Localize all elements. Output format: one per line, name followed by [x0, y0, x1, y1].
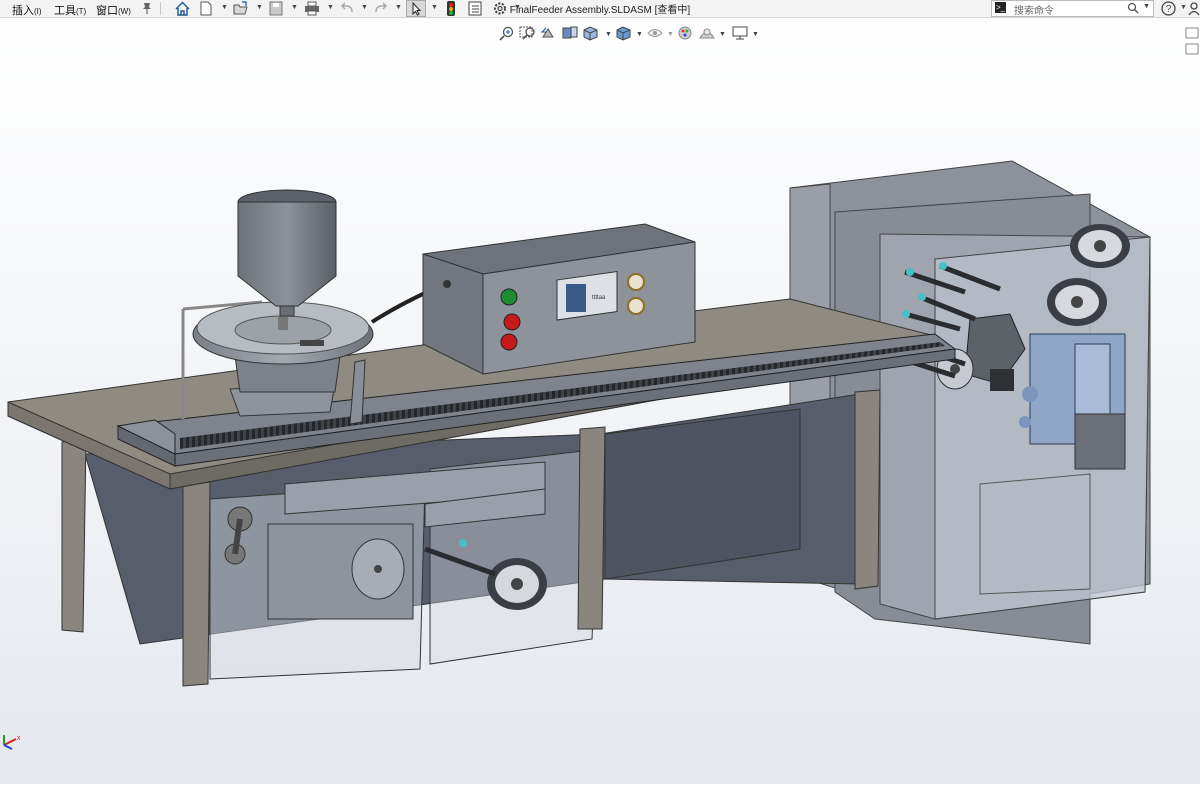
- top-spool: [1070, 224, 1130, 268]
- traffic-light-icon[interactable]: [445, 0, 457, 17]
- command-prompt-icon: >_: [995, 2, 1006, 13]
- chevron-down-icon[interactable]: ▼: [431, 4, 438, 11]
- assembly-model[interactable]: ttttaa: [0, 44, 1200, 784]
- view-settings-icon[interactable]: [732, 26, 748, 40]
- options-gear-icon[interactable]: [492, 0, 508, 17]
- chevron-down-icon[interactable]: ▼: [719, 31, 726, 38]
- resources-icon[interactable]: [1185, 27, 1199, 39]
- home-icon[interactable]: [174, 0, 191, 17]
- redo-icon[interactable]: [373, 0, 389, 17]
- coordinate-triad-icon: x: [3, 735, 21, 750]
- save-icon[interactable]: [268, 0, 284, 17]
- chevron-down-icon[interactable]: ▼: [636, 31, 643, 38]
- select-cursor-icon: [412, 1, 422, 16]
- search-placeholder: 搜索命令: [1014, 6, 1054, 17]
- menu-insert-label: 插入: [12, 5, 34, 17]
- stop-button-red: [503, 313, 521, 331]
- pin-icon[interactable]: [141, 0, 153, 17]
- edit-appearance-icon[interactable]: [678, 26, 692, 40]
- middle-spool: [1047, 278, 1107, 326]
- file-properties-icon[interactable]: [467, 0, 483, 17]
- menu-tools-label: 工具: [54, 5, 76, 17]
- new-document-icon[interactable]: [199, 0, 213, 17]
- view-orientation-icon[interactable]: [583, 26, 598, 41]
- menu-insert-key: (I): [34, 7, 42, 16]
- open-folder-icon[interactable]: [232, 0, 249, 17]
- undo-icon[interactable]: [339, 0, 355, 17]
- menu-bar: 插入(I) 工具(T) 窗口(W) ▼ ▼ ▼ ▼ ▼ ▼ ▼ ▼ FinalF…: [0, 0, 1200, 18]
- emergency-button-red: [500, 333, 518, 351]
- chevron-down-icon[interactable]: ▼: [221, 4, 228, 11]
- help-icon[interactable]: ?: [1160, 0, 1177, 17]
- section-view-icon[interactable]: [562, 26, 578, 39]
- pressure-gauge-bottom: [627, 297, 645, 315]
- menu-window-label: 窗口: [96, 5, 118, 17]
- print-icon[interactable]: [303, 0, 321, 17]
- control-box-brand: ttttaa: [592, 295, 606, 301]
- menu-insert[interactable]: 插入(I): [12, 2, 42, 18]
- display-style-icon[interactable]: [616, 26, 631, 41]
- svg-text:?: ?: [1166, 4, 1172, 15]
- chevron-down-icon[interactable]: ▼: [605, 31, 612, 38]
- chevron-down-icon[interactable]: ▼: [1180, 4, 1187, 11]
- heads-up-view-toolbar: ▼ ▼ ▼ ▼ ▼: [0, 24, 1200, 42]
- zoom-to-area-icon[interactable]: [519, 26, 535, 40]
- apply-scene-icon[interactable]: [699, 28, 715, 39]
- chevron-down-icon[interactable]: ▼: [752, 31, 759, 38]
- select-button[interactable]: [406, 0, 426, 17]
- graphics-viewport[interactable]: ttttaa: [0, 44, 1200, 784]
- user-icon[interactable]: [1188, 0, 1200, 17]
- toolbar-separator: [160, 2, 161, 15]
- previous-view-icon[interactable]: [540, 27, 554, 38]
- menu-window-key: (W): [118, 7, 131, 16]
- start-button-green: [500, 288, 518, 306]
- triad-x-label: x: [17, 735, 21, 742]
- chevron-down-icon[interactable]: ▼: [256, 4, 263, 11]
- chevron-down-icon[interactable]: ▼: [361, 4, 368, 11]
- zoom-to-fit-icon[interactable]: [499, 26, 514, 41]
- search-commands-input[interactable]: >_ 搜索命令 ▼: [991, 0, 1154, 17]
- hide-show-icon[interactable]: [647, 29, 663, 37]
- heads-up-icons: ▼ ▼ ▼ ▼ ▼: [499, 26, 759, 41]
- chevron-down-icon[interactable]: ▼: [327, 4, 334, 11]
- window-title: FinalFeeder Assembly.SLDASM [查看中]: [509, 5, 691, 16]
- menu-window[interactable]: 窗口(W): [96, 2, 131, 18]
- menu-tools-key: (T): [76, 7, 87, 16]
- chevron-down-icon[interactable]: ▼: [395, 4, 402, 11]
- menu-tools[interactable]: 工具(T): [54, 2, 86, 18]
- chevron-down-icon[interactable]: ▼: [1143, 3, 1150, 10]
- chevron-down-icon[interactable]: ▼: [667, 31, 674, 38]
- pressure-gauge-top: [627, 273, 645, 291]
- search-icon[interactable]: [1127, 2, 1139, 14]
- chevron-down-icon[interactable]: ▼: [291, 4, 298, 11]
